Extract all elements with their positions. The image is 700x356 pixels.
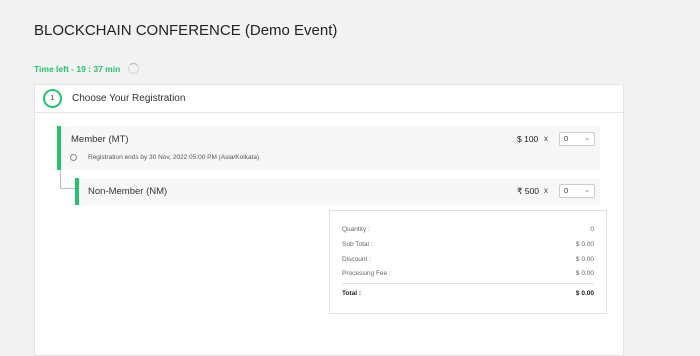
loading-spinner-icon	[128, 63, 140, 74]
registration-row-non-member: Non-Member (NM) ₹ 500 x 0 ⌄	[75, 178, 600, 205]
tree-connector	[60, 170, 76, 189]
registration-row-member: Member (MT) $ 100 x 0 ⌄ Registration end…	[57, 126, 600, 170]
timer-label: Time left - 19 : 37 min	[34, 63, 121, 74]
step-number-badge: 1	[43, 89, 62, 108]
multiply-sign: x	[544, 134, 548, 143]
chevron-down-icon: ⌄	[584, 135, 590, 142]
registration-card: 1 Choose Your Registration Member (MT) $…	[34, 84, 624, 356]
chevron-down-icon: ⌄	[584, 187, 590, 194]
summary-value: $ 0.00	[575, 270, 594, 277]
clock-icon	[70, 154, 77, 161]
order-summary: Quantity : 0 Sub Total : $ 0.00 Discount…	[329, 210, 607, 314]
step-number: 1	[50, 95, 55, 102]
step-title: Choose Your Registration	[72, 93, 186, 104]
summary-label: Discount :	[342, 256, 371, 263]
quantity-select[interactable]: 0 ⌄	[559, 132, 595, 146]
accent-bar	[57, 126, 61, 170]
summary-divider	[342, 283, 594, 284]
summary-value: $ 0.00	[575, 256, 594, 263]
summary-value: $ 0.00	[575, 241, 594, 248]
quantity-value: 0	[564, 186, 569, 195]
accent-bar	[75, 178, 79, 205]
summary-value: $ 0.00	[575, 290, 594, 297]
registration-deadline: Registration ends by 30 Nov, 2022 05:00 …	[88, 154, 260, 161]
summary-discount: Discount : $ 0.00	[342, 256, 594, 263]
summary-label: Total :	[342, 290, 362, 297]
quantity-value: 0	[564, 134, 569, 143]
registration-name: Member (MT)	[71, 134, 129, 145]
step-header[interactable]: 1 Choose Your Registration	[35, 85, 623, 113]
summary-subtotal: Sub Total : $ 0.00	[342, 241, 594, 248]
summary-label: Processing Fee :	[342, 270, 391, 277]
multiply-sign: x	[544, 186, 548, 195]
summary-total: Total : $ 0.00	[342, 290, 594, 297]
summary-label: Quantity :	[342, 226, 370, 233]
registration-note: Registration ends by 30 Nov, 2022 05:00 …	[70, 154, 259, 161]
countdown-timer: Time left - 19 : 37 min	[34, 63, 140, 74]
quantity-select[interactable]: 0 ⌄	[559, 184, 595, 198]
summary-label: Sub Total :	[342, 241, 373, 248]
registration-price: $ 100	[517, 134, 539, 144]
summary-value: 0	[590, 226, 594, 233]
summary-quantity: Quantity : 0	[342, 226, 594, 233]
summary-processing-fee: Processing Fee : $ 0.00	[342, 270, 594, 277]
event-title: BLOCKCHAIN CONFERENCE (Demo Event)	[34, 22, 338, 39]
registration-name: Non-Member (NM)	[88, 186, 168, 197]
registration-price: ₹ 500	[517, 186, 539, 196]
